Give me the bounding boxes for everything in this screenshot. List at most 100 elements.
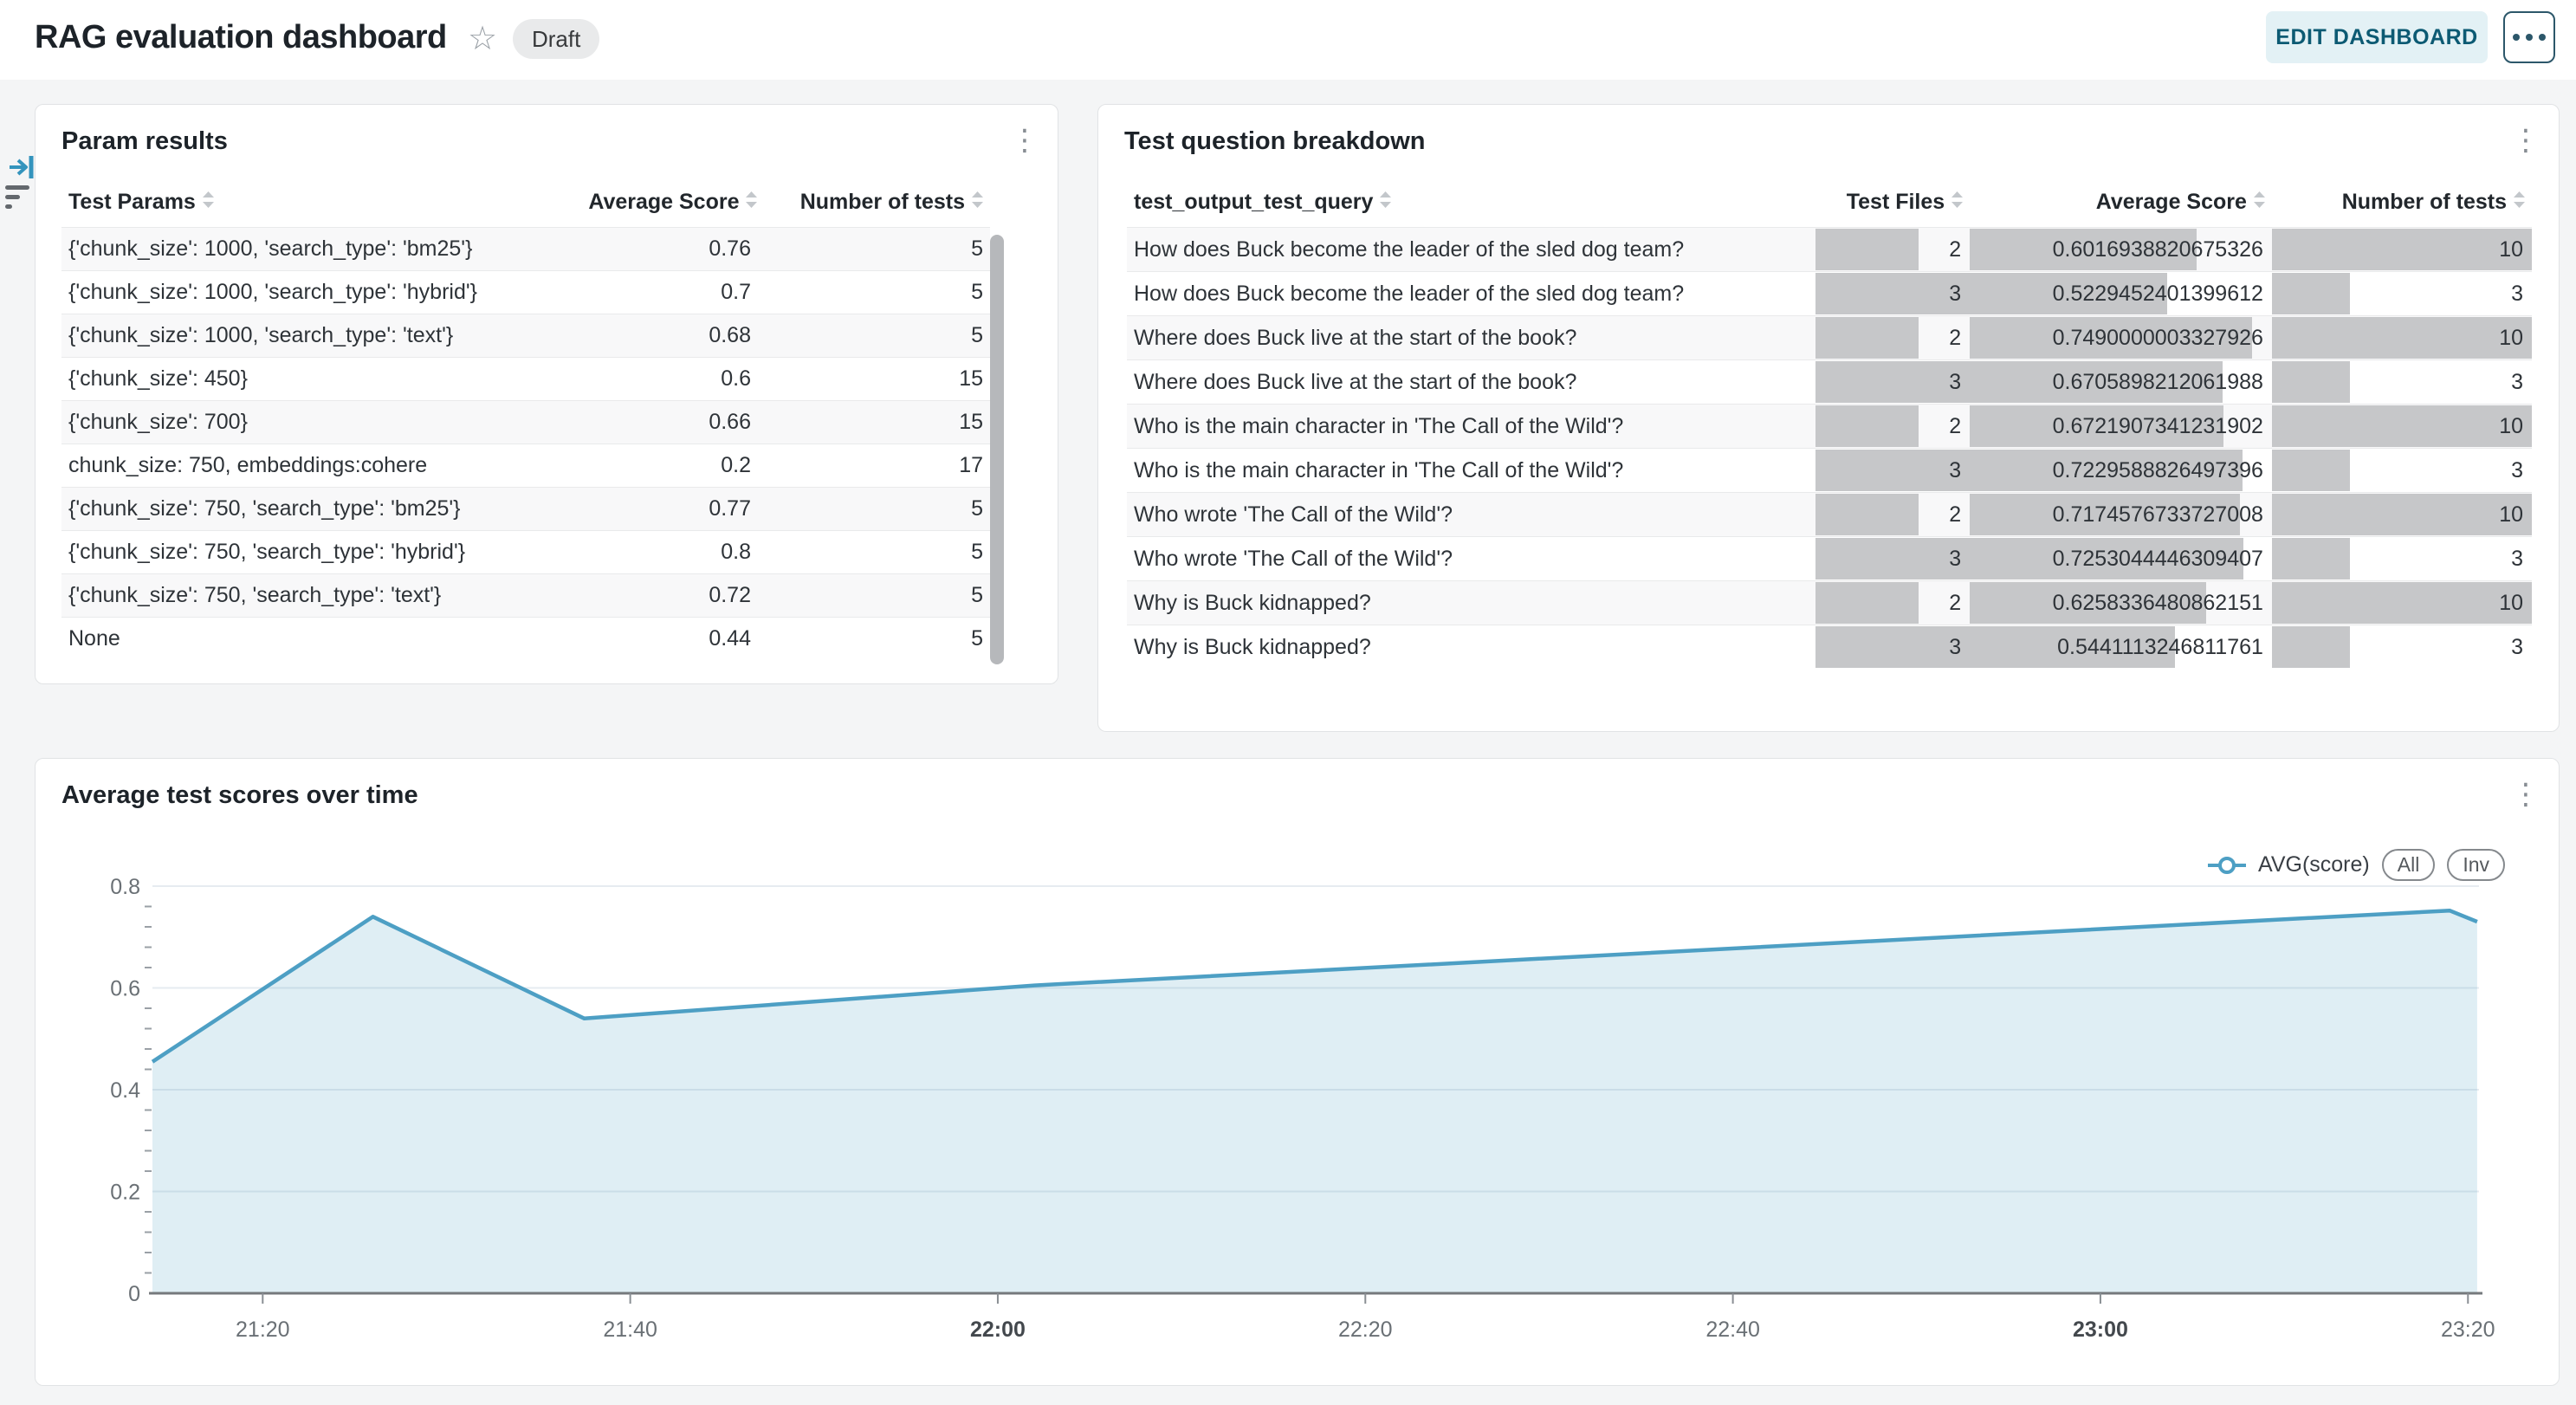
question-breakdown-table: test_output_test_query Test Files Averag… [1127,181,2532,669]
column-header[interactable]: Test Params [61,181,581,228]
x-axis-tick-label: 22:00 [970,1318,1026,1342]
data-bar-cell: 2 [1815,228,1970,272]
table-cell: {'chunk_size': 1000, 'search_type': 'tex… [61,314,581,358]
table-cell: {'chunk_size': 700} [61,401,581,444]
table-cell: {'chunk_size': 450} [61,358,581,401]
status-badge: Draft [513,19,599,59]
table-row: Who is the main character in 'The Call o… [1127,449,2532,493]
table-row: Where does Buck live at the start of the… [1127,316,2532,360]
table-cell: 5 [758,531,990,574]
param-results-menu-icon[interactable]: ⋮ [1007,120,1042,160]
favorite-star-icon[interactable]: ☆ [468,23,497,55]
table-header-row: test_output_test_query Test Files Averag… [1127,181,2532,228]
y-axis-tick-label: 0.2 [110,1181,140,1205]
table-cell: 0.68 [581,314,758,358]
table-cell: Why is Buck kidnapped? [1127,581,1815,625]
table-row: How does Buck become the leader of the s… [1127,228,2532,272]
table-cell: Who wrote 'The Call of the Wild'? [1127,493,1815,537]
table-cell: 0.8 [581,531,758,574]
data-bar-cell: 0.7490000003327926 [1970,316,2272,360]
question-breakdown-menu-icon[interactable]: ⋮ [2508,120,2543,160]
data-bar-cell: 2 [1815,316,1970,360]
sort-icon [1380,191,1391,208]
column-header[interactable]: Number of tests [758,181,990,228]
table-cell: 15 [758,358,990,401]
table-row: {'chunk_size': 1000, 'search_type': 'bm2… [61,228,990,271]
data-bar-cell: 0.6016938820675326 [1970,228,2272,272]
edit-dashboard-button[interactable]: EDIT DASHBOARD [2266,11,2488,63]
column-header[interactable]: Average Score [581,181,758,228]
table-cell: Who is the main character in 'The Call o… [1127,405,1815,449]
data-bar-cell: 2 [1815,493,1970,537]
table-cell: {'chunk_size': 750, 'search_type': 'hybr… [61,531,581,574]
data-bar-cell: 3 [2272,625,2532,670]
data-bar-cell: 0.6721907341231902 [1970,405,2272,449]
column-header[interactable]: Average Score [1970,181,2272,228]
x-axis-tick-label: 21:20 [236,1318,290,1342]
table-row: {'chunk_size': 750, 'search_type': 'text… [61,574,990,618]
param-results-card: Param results ⋮ Test Params Average Scor… [35,104,1058,684]
x-axis-tick-label: 21:40 [603,1318,657,1342]
data-bar-cell: 3 [2272,360,2532,405]
question-breakdown-card: Test question breakdown ⋮ test_output_te… [1097,104,2560,732]
table-cell: 0.72 [581,574,758,618]
data-bar-cell: 0.5441113246811761 [1970,625,2272,670]
table-row: Where does Buck live at the start of the… [1127,360,2532,405]
table-cell: 5 [758,314,990,358]
table-cell: 5 [758,618,990,661]
table-row: {'chunk_size': 750, 'search_type': 'bm25… [61,488,990,531]
data-bar-cell: 10 [2272,405,2532,449]
filter-icon[interactable] [5,185,29,214]
sort-icon [2514,191,2525,208]
table-cell: Who is the main character in 'The Call o… [1127,449,1815,493]
area-fill [152,910,2477,1293]
data-bar-cell: 3 [2272,272,2532,316]
scores-area-chart: 00.20.40.60.821:2021:4022:0022:2022:4023… [36,759,2560,1387]
data-bar-cell: 3 [1815,449,1970,493]
table-cell: 5 [758,488,990,531]
table-row: None0.445 [61,618,990,661]
column-header[interactable]: Test Files [1815,181,1970,228]
arrow-to-bar-icon [7,152,36,182]
column-header[interactable]: test_output_test_query [1127,181,1815,228]
data-bar-cell: 2 [1815,405,1970,449]
sort-icon [2254,191,2265,208]
table-cell: {'chunk_size': 1000, 'search_type': 'bm2… [61,228,581,271]
table-cell: {'chunk_size': 750, 'search_type': 'bm25… [61,488,581,531]
table-scrollbar[interactable] [990,235,1004,664]
table-cell: 0.6 [581,358,758,401]
y-axis-tick-label: 0.4 [110,1078,140,1103]
data-bar-cell: 3 [1815,537,1970,581]
dashboard-page: RAG evaluation dashboard ☆ Draft EDIT DA… [0,0,2576,1405]
table-cell: 0.44 [581,618,758,661]
x-axis-tick-label: 23:20 [2441,1318,2495,1342]
column-header[interactable]: Number of tests [2272,181,2532,228]
table-cell: 17 [758,444,990,488]
table-cell: Who wrote 'The Call of the Wild'? [1127,537,1815,581]
data-bar-cell: 0.7229588826497396 [1970,449,2272,493]
table-row: Why is Buck kidnapped? 3 0.5441113246811… [1127,625,2532,670]
table-row: {'chunk_size': 1000, 'search_type': 'tex… [61,314,990,358]
param-results-table: Test Params Average Score Number of test… [61,181,990,661]
data-bar-cell: 3 [2272,449,2532,493]
table-cell: 0.7 [581,271,758,314]
table-cell: {'chunk_size': 750, 'search_type': 'text… [61,574,581,618]
sort-icon [1951,191,1963,208]
table-cell: How does Buck become the leader of the s… [1127,272,1815,316]
sort-icon [203,191,214,208]
table-cell: 0.66 [581,401,758,444]
y-axis-tick-label: 0.6 [110,977,140,1001]
expand-panel-icon[interactable] [7,152,36,186]
more-menu-button[interactable] [2503,11,2555,63]
table-cell: 0.77 [581,488,758,531]
table-row: {'chunk_size': 450}0.615 [61,358,990,401]
table-row: How does Buck become the leader of the s… [1127,272,2532,316]
data-bar-cell: 10 [2272,493,2532,537]
table-row: Who is the main character in 'The Call o… [1127,405,2532,449]
table-cell: 15 [758,401,990,444]
x-axis-tick-label: 23:00 [2073,1318,2128,1342]
table-row: {'chunk_size': 750, 'search_type': 'hybr… [61,531,990,574]
table-cell: Where does Buck live at the start of the… [1127,360,1815,405]
data-bar-cell: 10 [2272,228,2532,272]
table-row: Why is Buck kidnapped? 2 0.6258336480862… [1127,581,2532,625]
